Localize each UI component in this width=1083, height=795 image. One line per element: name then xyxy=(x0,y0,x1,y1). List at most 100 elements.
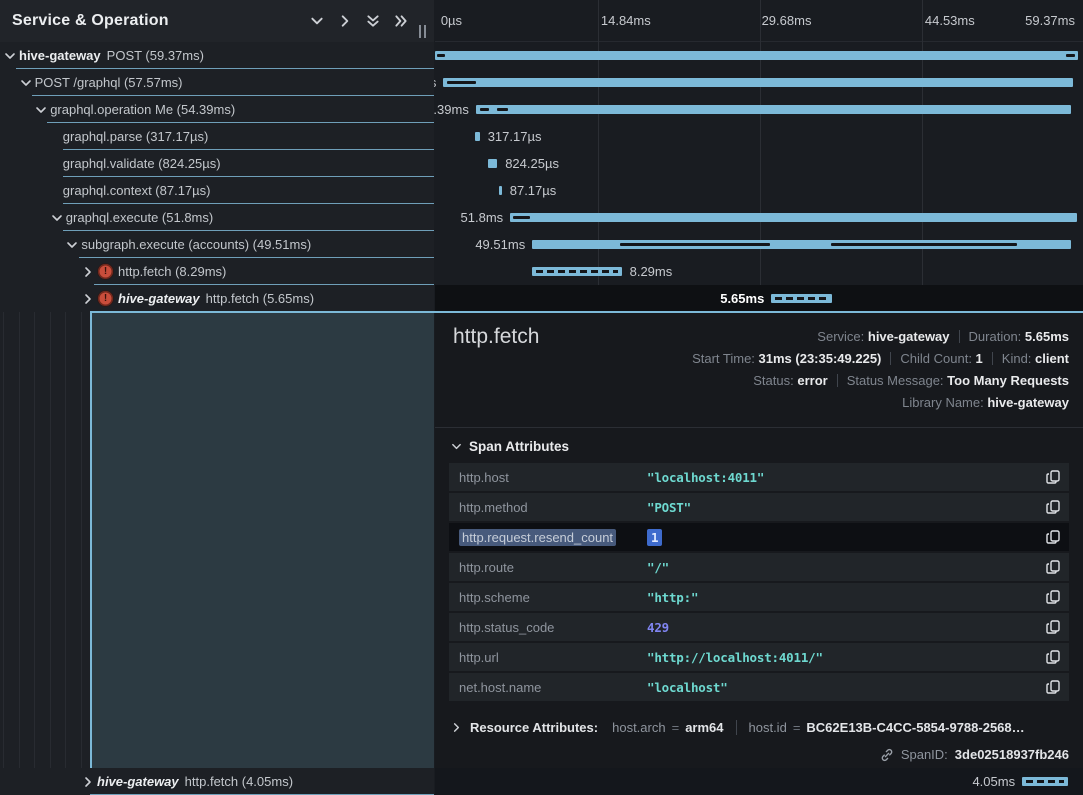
span-duration-bar[interactable] xyxy=(443,78,1073,87)
copy-icon[interactable] xyxy=(1045,619,1061,635)
attribute-row[interactable]: http.status_code429 xyxy=(449,613,1069,641)
timeline-row[interactable]: 51.8ms xyxy=(435,204,1083,231)
attribute-row[interactable]: http.host"localhost:4011" xyxy=(449,463,1069,491)
span-duration-bar[interactable] xyxy=(771,294,832,303)
span-duration-bar[interactable] xyxy=(475,132,480,141)
timeline-row[interactable]: 5.65ms xyxy=(435,285,1083,312)
attribute-value: "http:" xyxy=(647,590,698,605)
span-duration-bar[interactable] xyxy=(435,51,1078,60)
chevron-right-icon[interactable] xyxy=(82,266,94,278)
copy-icon[interactable] xyxy=(1045,529,1061,545)
meta-value: hive-gateway xyxy=(987,395,1069,410)
bar-event-mark xyxy=(620,243,770,246)
span-duration-bar[interactable] xyxy=(488,159,497,168)
chevron-down-icon[interactable] xyxy=(35,104,47,116)
copy-icon[interactable] xyxy=(1045,679,1061,695)
attribute-row[interactable]: http.scheme"http:" xyxy=(449,583,1069,611)
tree-row[interactable]: subgraph.execute (accounts) (49.51ms) xyxy=(0,231,434,258)
meta-separator xyxy=(837,374,838,387)
timeline-row[interactable]: 824.25µs xyxy=(435,150,1083,177)
attribute-key: http.method xyxy=(459,500,647,515)
meta-separator xyxy=(992,352,993,365)
tree-row[interactable]: !hive-gatewayhttp.fetch (5.65ms) xyxy=(0,285,434,312)
copy-icon[interactable] xyxy=(1045,649,1061,665)
bar-event-mark xyxy=(1066,54,1075,57)
bar-duration-label: 51.8ms xyxy=(461,210,504,225)
attribute-value: "localhost" xyxy=(647,680,728,695)
bar-event-mark xyxy=(447,81,476,84)
double-chevron-down-button[interactable] xyxy=(366,14,380,28)
bar-duration-label: 4.05ms xyxy=(972,774,1015,789)
tree-row[interactable]: graphql.validate (824.25µs) xyxy=(0,150,434,177)
copy-icon[interactable] xyxy=(1045,499,1061,515)
tree-row[interactable]: graphql.parse (317.17µs) xyxy=(0,123,434,150)
bar-event-mark xyxy=(437,54,445,57)
chevron-down-icon[interactable] xyxy=(20,77,32,89)
link-icon[interactable] xyxy=(880,748,894,762)
resource-attributes-row[interactable]: Resource Attributes: host.arch=arm64host… xyxy=(451,713,1069,741)
span-duration-bar[interactable] xyxy=(532,267,621,276)
chevron-right-button[interactable] xyxy=(338,14,352,28)
span-meta-line: Service: hive-gatewayDuration: 5.65ms xyxy=(692,326,1069,348)
span-duration-bar[interactable] xyxy=(499,186,502,195)
span-detail-title: http.fetch xyxy=(453,325,539,349)
chevron-down-icon[interactable] xyxy=(66,239,78,251)
chevron-right-icon xyxy=(338,14,352,28)
bar-event-mark xyxy=(480,108,490,111)
attribute-row[interactable]: http.url"http://localhost:4011/" xyxy=(449,643,1069,671)
meta-value: Too Many Requests xyxy=(947,373,1069,388)
span-id-row: SpanID: 3de02518937fb246 xyxy=(880,747,1069,762)
double-chevron-right-button[interactable] xyxy=(394,14,408,28)
meta-label: Start Time: xyxy=(692,351,758,366)
timeline-row[interactable]: 87.17µs xyxy=(435,177,1083,204)
resource-separator xyxy=(736,720,737,735)
chevron-right-icon xyxy=(451,722,462,733)
bar-events-dashes xyxy=(775,297,828,300)
copy-icon[interactable] xyxy=(1045,559,1061,575)
ruler-tick: 29.68ms xyxy=(762,13,812,28)
bar-duration-label: 5.65ms xyxy=(720,291,764,306)
tree-row[interactable]: graphql.operation Me (54.39ms) xyxy=(0,96,434,123)
meta-label: Service: xyxy=(817,329,868,344)
span-name-label: http.fetch (8.29ms) xyxy=(118,264,226,279)
double-chevron-right-icon xyxy=(394,14,408,28)
timeline-row[interactable]: 8.29ms xyxy=(435,258,1083,285)
chevron-down-icon[interactable] xyxy=(51,212,63,224)
service-name: hive-gateway xyxy=(118,291,200,306)
attribute-row[interactable]: http.method"POST" xyxy=(449,493,1069,521)
chevron-down-icon[interactable] xyxy=(4,50,16,62)
timeline-row[interactable]: 317.17µs xyxy=(435,123,1083,150)
tree-row[interactable]: hive-gatewayhttp.fetch (4.05ms) xyxy=(0,768,434,795)
span-attributes-header[interactable]: Span Attributes xyxy=(451,439,569,454)
timeline-bottom-row: 4.05ms xyxy=(435,768,1083,795)
tree-row[interactable]: hive-gatewayPOST (59.37ms) xyxy=(0,42,434,69)
attribute-row[interactable]: http.route"/" xyxy=(449,553,1069,581)
timeline-row[interactable]: 4.05ms xyxy=(435,768,1083,795)
attribute-row[interactable]: net.host.name"localhost" xyxy=(449,673,1069,701)
tree-row[interactable]: graphql.execute (51.8ms) xyxy=(0,204,434,231)
copy-icon[interactable] xyxy=(1045,469,1061,485)
resource-equals: = xyxy=(672,720,680,735)
chevron-down-button[interactable] xyxy=(310,14,324,28)
timeline-row[interactable]: 57.57ms xyxy=(435,69,1083,96)
chevron-right-icon[interactable] xyxy=(82,776,94,788)
timeline-row[interactable]: 54.39ms xyxy=(435,96,1083,123)
span-duration-bar[interactable] xyxy=(476,105,1072,114)
timeline-row[interactable]: 49.51ms xyxy=(435,231,1083,258)
double-chevron-down-icon xyxy=(366,14,380,28)
tree-row[interactable]: graphql.context (87.17µs) xyxy=(0,177,434,204)
meta-value: client xyxy=(1035,351,1069,366)
span-duration-bar[interactable] xyxy=(1022,777,1068,786)
attribute-row[interactable]: http.request.resend_count1 xyxy=(449,523,1069,551)
meta-label: Status: xyxy=(753,373,797,388)
tree-row[interactable]: !http.fetch (8.29ms) xyxy=(0,258,434,285)
copy-icon[interactable] xyxy=(1045,589,1061,605)
span-duration-bar[interactable] xyxy=(510,213,1076,222)
tree-row[interactable]: POST /graphql (57.57ms) xyxy=(0,69,434,96)
service-name: hive-gateway xyxy=(19,48,101,63)
bar-duration-label: 49.51ms xyxy=(475,237,525,252)
panel-resize-handle[interactable] xyxy=(419,25,431,39)
error-icon: ! xyxy=(98,291,113,306)
chevron-right-icon[interactable] xyxy=(82,293,94,305)
timeline-row[interactable] xyxy=(435,42,1083,69)
